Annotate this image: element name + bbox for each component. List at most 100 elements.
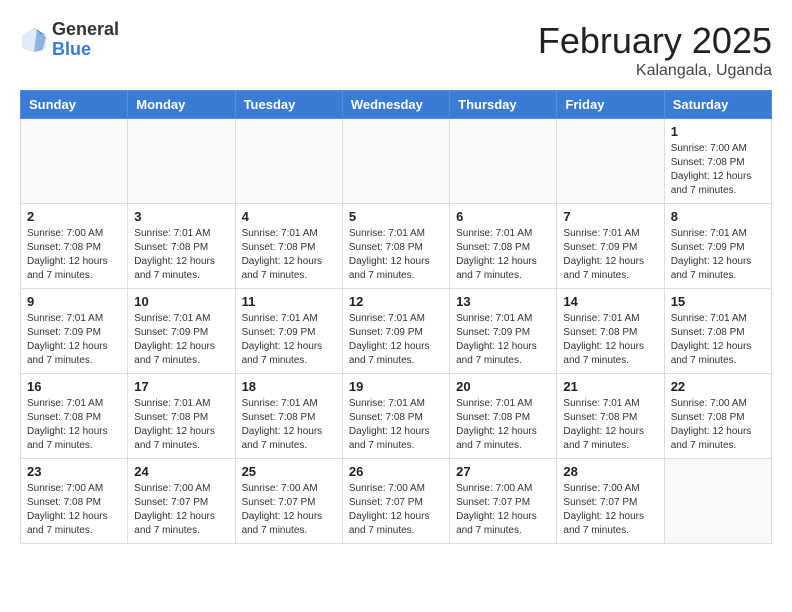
day-info: Sunrise: 7:00 AM Sunset: 7:08 PM Dayligh… — [671, 142, 765, 198]
calendar-week-row: 9 Sunrise: 7:01 AM Sunset: 7:09 PM Daylig… — [21, 289, 772, 374]
calendar-cell: 3 Sunrise: 7:01 AM Sunset: 7:08 PM Daylig… — [128, 204, 235, 289]
day-info: Sunrise: 7:00 AM Sunset: 7:08 PM Dayligh… — [671, 397, 765, 453]
weekday-header: Thursday — [450, 91, 557, 119]
day-info: Sunrise: 7:01 AM Sunset: 7:08 PM Dayligh… — [349, 227, 443, 283]
day-info: Sunrise: 7:01 AM Sunset: 7:08 PM Dayligh… — [456, 397, 550, 453]
day-info: Sunrise: 7:01 AM Sunset: 7:08 PM Dayligh… — [134, 397, 228, 453]
calendar-cell — [664, 459, 771, 544]
day-number: 18 — [242, 379, 336, 394]
day-number: 15 — [671, 294, 765, 309]
logo-general: General — [52, 19, 119, 39]
calendar-cell: 2 Sunrise: 7:00 AM Sunset: 7:08 PM Daylig… — [21, 204, 128, 289]
calendar-cell — [342, 119, 449, 204]
calendar-table: SundayMondayTuesdayWednesdayThursdayFrid… — [20, 90, 772, 544]
day-number: 1 — [671, 124, 765, 139]
logo-text: General Blue — [52, 20, 119, 60]
day-number: 28 — [563, 464, 657, 479]
calendar-cell: 18 Sunrise: 7:01 AM Sunset: 7:08 PM Dayli… — [235, 374, 342, 459]
weekday-header: Wednesday — [342, 91, 449, 119]
day-info: Sunrise: 7:01 AM Sunset: 7:08 PM Dayligh… — [27, 397, 121, 453]
calendar-cell: 25 Sunrise: 7:00 AM Sunset: 7:07 PM Dayli… — [235, 459, 342, 544]
day-number: 11 — [242, 294, 336, 309]
title-area: February 2025 Kalangala, Uganda — [538, 20, 772, 80]
day-info: Sunrise: 7:01 AM Sunset: 7:09 PM Dayligh… — [27, 312, 121, 368]
day-info: Sunrise: 7:00 AM Sunset: 7:07 PM Dayligh… — [563, 482, 657, 538]
day-number: 4 — [242, 209, 336, 224]
day-number: 13 — [456, 294, 550, 309]
day-number: 22 — [671, 379, 765, 394]
day-number: 3 — [134, 209, 228, 224]
day-info: Sunrise: 7:01 AM Sunset: 7:09 PM Dayligh… — [563, 227, 657, 283]
day-number: 6 — [456, 209, 550, 224]
day-info: Sunrise: 7:01 AM Sunset: 7:08 PM Dayligh… — [134, 227, 228, 283]
calendar-cell — [450, 119, 557, 204]
weekday-header: Monday — [128, 91, 235, 119]
calendar-cell: 26 Sunrise: 7:00 AM Sunset: 7:07 PM Dayli… — [342, 459, 449, 544]
calendar-cell: 12 Sunrise: 7:01 AM Sunset: 7:09 PM Dayli… — [342, 289, 449, 374]
day-number: 26 — [349, 464, 443, 479]
day-number: 10 — [134, 294, 228, 309]
weekday-header: Tuesday — [235, 91, 342, 119]
calendar-cell — [557, 119, 664, 204]
calendar-week-row: 23 Sunrise: 7:00 AM Sunset: 7:08 PM Dayli… — [21, 459, 772, 544]
calendar-cell: 13Sunrise: 7:01 AM Sunset: 7:09 PM Dayli… — [450, 289, 557, 374]
calendar-cell: 10 Sunrise: 7:01 AM Sunset: 7:09 PM Dayli… — [128, 289, 235, 374]
calendar-cell: 15 Sunrise: 7:01 AM Sunset: 7:08 PM Dayli… — [664, 289, 771, 374]
day-number: 14 — [563, 294, 657, 309]
day-number: 23 — [27, 464, 121, 479]
calendar-cell: 6 Sunrise: 7:01 AM Sunset: 7:08 PM Daylig… — [450, 204, 557, 289]
calendar-cell: 19Sunrise: 7:01 AM Sunset: 7:08 PM Dayli… — [342, 374, 449, 459]
day-info: Sunrise: 7:01 AM Sunset: 7:08 PM Dayligh… — [563, 397, 657, 453]
day-info: Sunrise: 7:01 AM Sunset: 7:08 PM Dayligh… — [242, 397, 336, 453]
day-info: Sunrise: 7:01 AM Sunset: 7:08 PM Dayligh… — [242, 227, 336, 283]
weekday-header: Friday — [557, 91, 664, 119]
day-number: 9 — [27, 294, 121, 309]
day-info: Sunrise: 7:00 AM Sunset: 7:08 PM Dayligh… — [27, 482, 121, 538]
weekday-header: Sunday — [21, 91, 128, 119]
calendar-cell: 22 Sunrise: 7:00 AM Sunset: 7:08 PM Dayli… — [664, 374, 771, 459]
calendar-cell: 17 Sunrise: 7:01 AM Sunset: 7:08 PM Dayli… — [128, 374, 235, 459]
month-title: February 2025 — [538, 20, 772, 62]
logo: General Blue — [20, 20, 119, 60]
calendar-week-row: 2 Sunrise: 7:00 AM Sunset: 7:08 PM Daylig… — [21, 204, 772, 289]
calendar-cell: 21 Sunrise: 7:01 AM Sunset: 7:08 PM Dayli… — [557, 374, 664, 459]
day-info: Sunrise: 7:01 AM Sunset: 7:09 PM Dayligh… — [349, 312, 443, 368]
calendar-cell: 27 Sunrise: 7:00 AM Sunset: 7:07 PM Dayli… — [450, 459, 557, 544]
calendar-cell: 24Sunrise: 7:00 AM Sunset: 7:07 PM Dayli… — [128, 459, 235, 544]
day-info: Sunrise: 7:00 AM Sunset: 7:07 PM Dayligh… — [134, 482, 228, 538]
day-number: 20 — [456, 379, 550, 394]
day-info: Sunrise: 7:00 AM Sunset: 7:07 PM Dayligh… — [456, 482, 550, 538]
day-info: Sunrise: 7:01 AM Sunset: 7:09 PM Dayligh… — [134, 312, 228, 368]
calendar-week-row: 16 Sunrise: 7:01 AM Sunset: 7:08 PM Dayli… — [21, 374, 772, 459]
day-info: Sunrise: 7:00 AM Sunset: 7:07 PM Dayligh… — [349, 482, 443, 538]
day-info: Sunrise: 7:01 AM Sunset: 7:09 PM Dayligh… — [242, 312, 336, 368]
day-number: 5 — [349, 209, 443, 224]
calendar-cell — [128, 119, 235, 204]
day-info: Sunrise: 7:01 AM Sunset: 7:09 PM Dayligh… — [671, 227, 765, 283]
day-number: 8 — [671, 209, 765, 224]
calendar-cell: 1 Sunrise: 7:00 AM Sunset: 7:08 PM Daylig… — [664, 119, 771, 204]
weekday-header: Saturday — [664, 91, 771, 119]
day-number: 2 — [27, 209, 121, 224]
calendar-cell: 23 Sunrise: 7:00 AM Sunset: 7:08 PM Dayli… — [21, 459, 128, 544]
calendar-cell: 7 Sunrise: 7:01 AM Sunset: 7:09 PM Daylig… — [557, 204, 664, 289]
day-number: 21 — [563, 379, 657, 394]
day-info: Sunrise: 7:00 AM Sunset: 7:08 PM Dayligh… — [27, 227, 121, 283]
day-info: Sunrise: 7:00 AM Sunset: 7:07 PM Dayligh… — [242, 482, 336, 538]
location: Kalangala, Uganda — [538, 62, 772, 80]
day-number: 19 — [349, 379, 443, 394]
calendar-cell: 9 Sunrise: 7:01 AM Sunset: 7:09 PM Daylig… — [21, 289, 128, 374]
day-info: Sunrise: 7:01 AM Sunset: 7:08 PM Dayligh… — [671, 312, 765, 368]
day-number: 16 — [27, 379, 121, 394]
day-number: 27 — [456, 464, 550, 479]
day-number: 7 — [563, 209, 657, 224]
calendar-header-row: SundayMondayTuesdayWednesdayThursdayFrid… — [21, 91, 772, 119]
day-number: 17 — [134, 379, 228, 394]
calendar-cell: 11 Sunrise: 7:01 AM Sunset: 7:09 PM Dayli… — [235, 289, 342, 374]
calendar-cell: 14Sunrise: 7:01 AM Sunset: 7:08 PM Dayli… — [557, 289, 664, 374]
day-number: 25 — [242, 464, 336, 479]
day-number: 12 — [349, 294, 443, 309]
day-info: Sunrise: 7:01 AM Sunset: 7:08 PM Dayligh… — [456, 227, 550, 283]
logo-icon — [20, 26, 48, 54]
calendar-cell: 20 Sunrise: 7:01 AM Sunset: 7:08 PM Dayli… — [450, 374, 557, 459]
